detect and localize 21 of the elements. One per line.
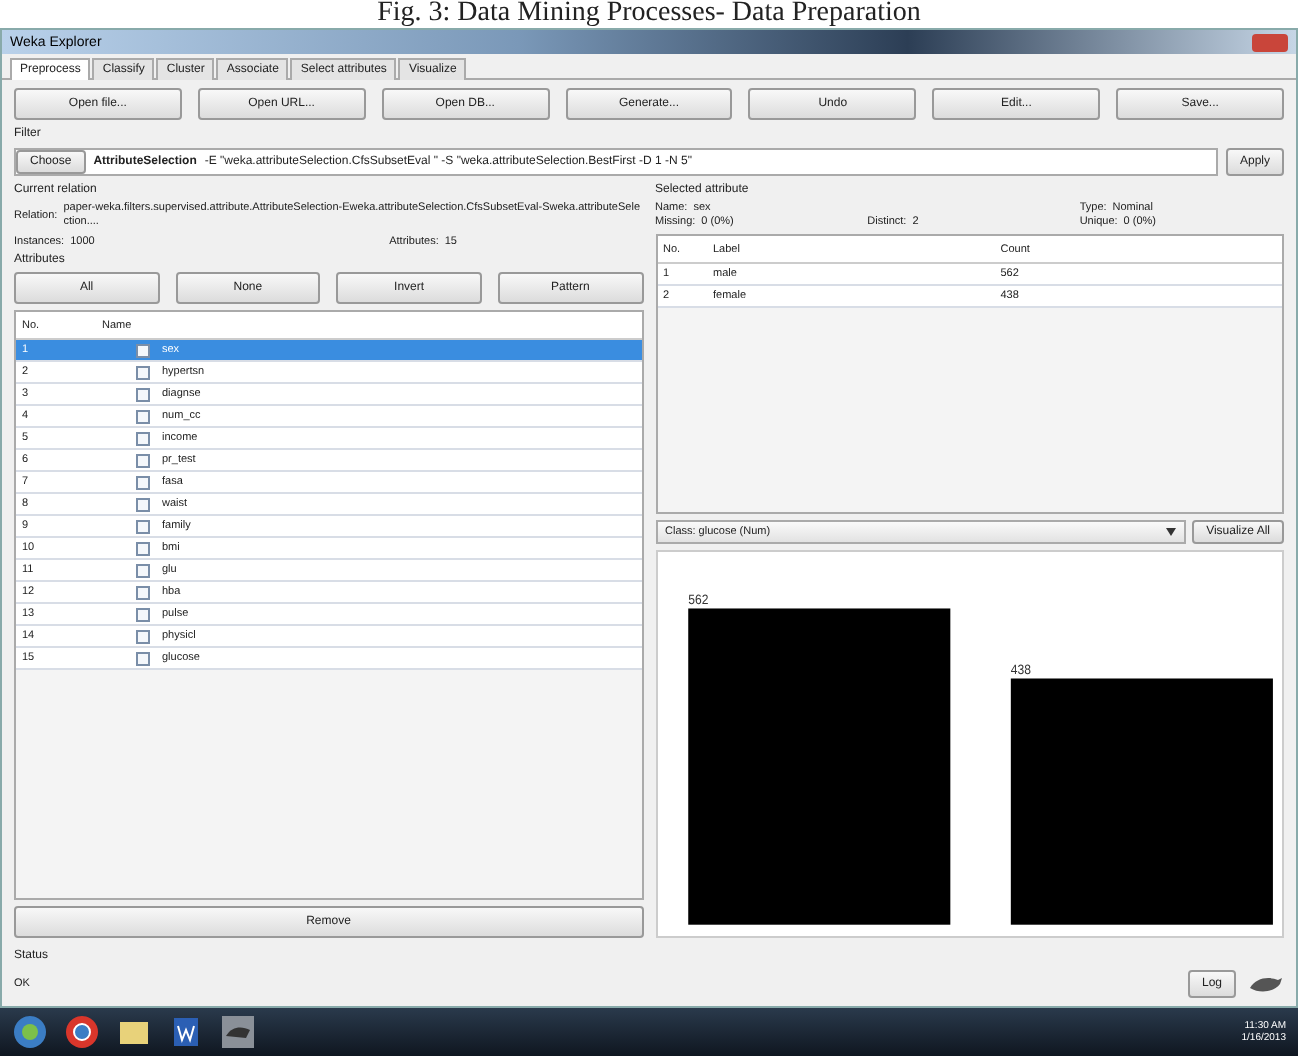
checkbox[interactable]	[136, 585, 150, 599]
checkbox[interactable]	[136, 387, 150, 401]
checkbox[interactable]	[136, 365, 150, 379]
caret-icon	[1166, 528, 1177, 536]
checkbox[interactable]	[136, 475, 150, 489]
start-icon[interactable]	[12, 1014, 48, 1050]
checkbox[interactable]	[136, 409, 150, 423]
close-button[interactable]	[1252, 33, 1288, 51]
figure-caption: Fig. 3: Data Mining Processes- Data Preparation	[377, 0, 921, 28]
checkbox[interactable]	[136, 651, 150, 665]
checkbox[interactable]	[136, 519, 150, 533]
checkbox[interactable]	[136, 607, 150, 621]
checkbox[interactable]	[136, 431, 150, 445]
checkbox[interactable]	[136, 629, 150, 643]
checkbox[interactable]	[136, 497, 150, 511]
checkbox[interactable]	[136, 343, 150, 357]
checkbox[interactable]	[136, 453, 150, 467]
document-icon[interactable]	[168, 1014, 204, 1050]
browser-icon[interactable]	[64, 1014, 100, 1050]
checkbox[interactable]	[136, 563, 150, 577]
checkbox[interactable]	[136, 541, 150, 555]
